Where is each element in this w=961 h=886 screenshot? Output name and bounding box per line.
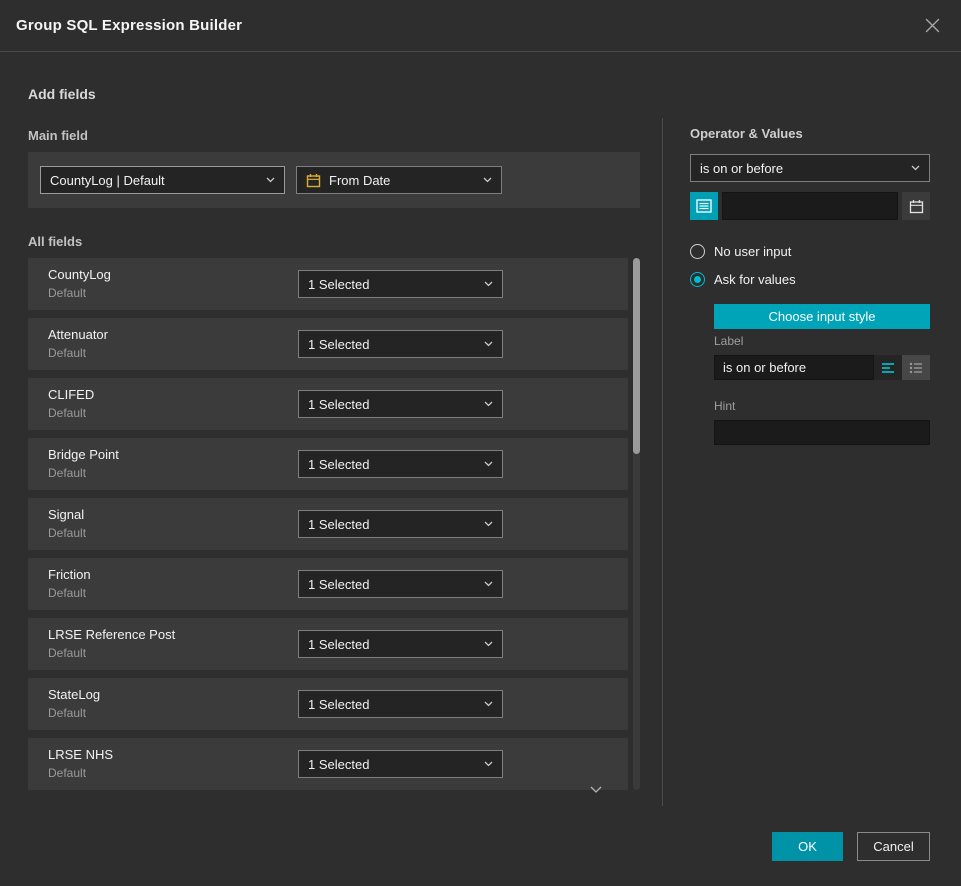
field-subtitle: Default xyxy=(48,526,86,540)
chevron-down-icon xyxy=(484,341,493,347)
field-values-select-value: 1 Selected xyxy=(308,577,476,592)
dialog-titlebar: Group SQL Expression Builder xyxy=(0,0,961,52)
field-values-select-value: 1 Selected xyxy=(308,757,476,772)
group-sql-expression-builder-dialog: Group SQL Expression Builder Add fields … xyxy=(0,0,961,886)
field-values-select[interactable]: 1 Selected xyxy=(298,510,503,538)
field-name: CountyLog xyxy=(48,267,111,282)
field-row: Bridge Point Default 1 Selected xyxy=(28,438,628,490)
field-subtitle: Default xyxy=(48,466,86,480)
chevron-down-icon xyxy=(484,581,493,587)
radio-no-user-input[interactable]: No user input xyxy=(690,244,791,259)
field-values-select-value: 1 Selected xyxy=(308,697,476,712)
field-values-select-value: 1 Selected xyxy=(308,397,476,412)
label-input-row xyxy=(714,355,930,380)
cancel-button[interactable]: Cancel xyxy=(857,832,930,861)
field-values-select[interactable]: 1 Selected xyxy=(298,450,503,478)
field-row: LRSE Reference Post Default 1 Selected xyxy=(28,618,628,670)
calendar-icon xyxy=(306,173,321,188)
field-name: CLIFED xyxy=(48,387,94,402)
field-values-select-value: 1 Selected xyxy=(308,517,476,532)
main-field-select[interactable]: From Date xyxy=(296,166,502,194)
ok-button[interactable]: OK xyxy=(772,832,843,861)
field-subtitle: Default xyxy=(48,766,86,780)
choose-input-style-button[interactable]: Choose input style xyxy=(714,304,930,329)
chevron-down-icon xyxy=(483,177,492,183)
value-input-row xyxy=(690,192,930,220)
field-subtitle: Default xyxy=(48,706,86,720)
radio-label: Ask for values xyxy=(714,272,796,287)
hint-field-label: Hint xyxy=(714,399,735,413)
field-subtitle: Default xyxy=(48,586,86,600)
field-name: Signal xyxy=(48,507,84,522)
chevron-down-icon xyxy=(911,165,920,171)
all-fields-list: CountyLog Default 1 Selected Attenuator … xyxy=(28,258,628,798)
chevron-down-icon xyxy=(484,761,493,767)
set-from-field-button[interactable] xyxy=(690,192,718,220)
chevron-down-icon xyxy=(484,281,493,287)
field-row: CLIFED Default 1 Selected xyxy=(28,378,628,430)
dialog-title: Group SQL Expression Builder xyxy=(16,17,920,34)
field-row: LRSE NHS Default 1 Selected xyxy=(28,738,628,790)
all-fields-label: All fields xyxy=(28,234,82,249)
radio-ask-for-values[interactable]: Ask for values xyxy=(690,272,796,287)
field-values-select-value: 1 Selected xyxy=(308,337,476,352)
field-subtitle: Default xyxy=(48,286,86,300)
chevron-down-icon xyxy=(484,401,493,407)
hint-input[interactable] xyxy=(714,420,930,445)
field-values-select[interactable]: 1 Selected xyxy=(298,330,503,358)
field-values-select[interactable]: 1 Selected xyxy=(298,750,503,778)
field-values-select[interactable]: 1 Selected xyxy=(298,690,503,718)
field-row: Signal Default 1 Selected xyxy=(28,498,628,550)
chevron-down-icon xyxy=(266,177,275,183)
chevron-down-icon xyxy=(484,521,493,527)
close-icon[interactable] xyxy=(920,13,945,38)
field-values-select-value: 1 Selected xyxy=(308,277,476,292)
field-name: LRSE Reference Post xyxy=(48,627,175,642)
calendar-picker-button[interactable] xyxy=(902,192,930,220)
field-values-select[interactable]: 1 Selected xyxy=(298,630,503,658)
field-values-select[interactable]: 1 Selected xyxy=(298,390,503,418)
chevron-down-icon xyxy=(484,641,493,647)
operator-select[interactable]: is on or before xyxy=(690,154,930,182)
radio-circle-selected-icon xyxy=(690,272,705,287)
field-name: LRSE NHS xyxy=(48,747,113,762)
layer-select-value: CountyLog | Default xyxy=(50,173,258,188)
radio-label: No user input xyxy=(714,244,791,259)
chevron-down-icon xyxy=(484,461,493,467)
scroll-down-chevron-icon xyxy=(590,786,602,794)
chevron-down-icon xyxy=(484,701,493,707)
field-name: Bridge Point xyxy=(48,447,119,462)
scrollbar-thumb[interactable] xyxy=(633,258,640,454)
field-name: Attenuator xyxy=(48,327,108,342)
field-row: Friction Default 1 Selected xyxy=(28,558,628,610)
field-values-select-value: 1 Selected xyxy=(308,457,476,472)
label-field-label: Label xyxy=(714,334,743,348)
field-values-select[interactable]: 1 Selected xyxy=(298,270,503,298)
field-name: StateLog xyxy=(48,687,100,702)
field-subtitle: Default xyxy=(48,406,86,420)
field-name: Friction xyxy=(48,567,91,582)
field-values-select-value: 1 Selected xyxy=(308,637,476,652)
main-field-label: Main field xyxy=(28,128,88,143)
main-field-panel: CountyLog | Default From Date xyxy=(28,152,640,208)
operator-values-heading: Operator & Values xyxy=(690,126,803,141)
field-subtitle: Default xyxy=(48,646,86,660)
panel-divider xyxy=(662,118,663,806)
field-subtitle: Default xyxy=(48,346,86,360)
radio-circle-icon xyxy=(690,244,705,259)
value-input[interactable] xyxy=(722,192,898,220)
add-fields-heading: Add fields xyxy=(28,86,96,102)
main-field-select-value: From Date xyxy=(329,173,475,188)
field-row: CountyLog Default 1 Selected xyxy=(28,258,628,310)
list-input-style-icon-button[interactable] xyxy=(902,355,930,380)
field-values-select[interactable]: 1 Selected xyxy=(298,570,503,598)
field-row: StateLog Default 1 Selected xyxy=(28,678,628,730)
layer-select[interactable]: CountyLog | Default xyxy=(40,166,285,194)
operator-select-value: is on or before xyxy=(700,161,903,176)
list-scrollbar[interactable] xyxy=(633,258,640,790)
label-input[interactable] xyxy=(714,355,874,380)
field-row: Attenuator Default 1 Selected xyxy=(28,318,628,370)
single-line-input-style-icon-button[interactable] xyxy=(874,355,902,380)
